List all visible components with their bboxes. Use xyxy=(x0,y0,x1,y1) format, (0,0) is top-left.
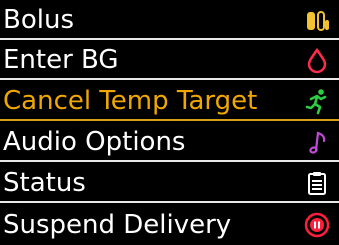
menu-item-bolus[interactable]: Bolus xyxy=(0,0,339,40)
music-note-icon xyxy=(303,128,331,156)
menu-item-label: Suspend Delivery xyxy=(3,209,232,240)
pump-main-menu: Bolus Enter BG Cancel Temp Target Audio … xyxy=(0,0,339,245)
running-person-icon xyxy=(303,87,331,115)
menu-item-label: Status xyxy=(3,168,86,198)
menu-item-label: Cancel Temp Target xyxy=(3,86,258,116)
menu-item-suspend-delivery[interactable]: Suspend Delivery xyxy=(0,204,339,245)
menu-item-cancel-temp-target[interactable]: Cancel Temp Target xyxy=(0,81,339,121)
menu-item-label: Bolus xyxy=(3,5,74,35)
bolus-icon xyxy=(303,6,331,34)
blood-drop-icon xyxy=(303,46,331,74)
menu-item-enter-bg[interactable]: Enter BG xyxy=(0,40,339,80)
suspend-icon xyxy=(303,211,331,239)
menu-item-label: Audio Options xyxy=(3,127,186,157)
menu-item-label: Enter BG xyxy=(3,45,119,75)
clipboard-icon xyxy=(303,169,331,197)
menu-item-audio-options[interactable]: Audio Options xyxy=(0,122,339,162)
menu-item-status[interactable]: Status xyxy=(0,163,339,203)
